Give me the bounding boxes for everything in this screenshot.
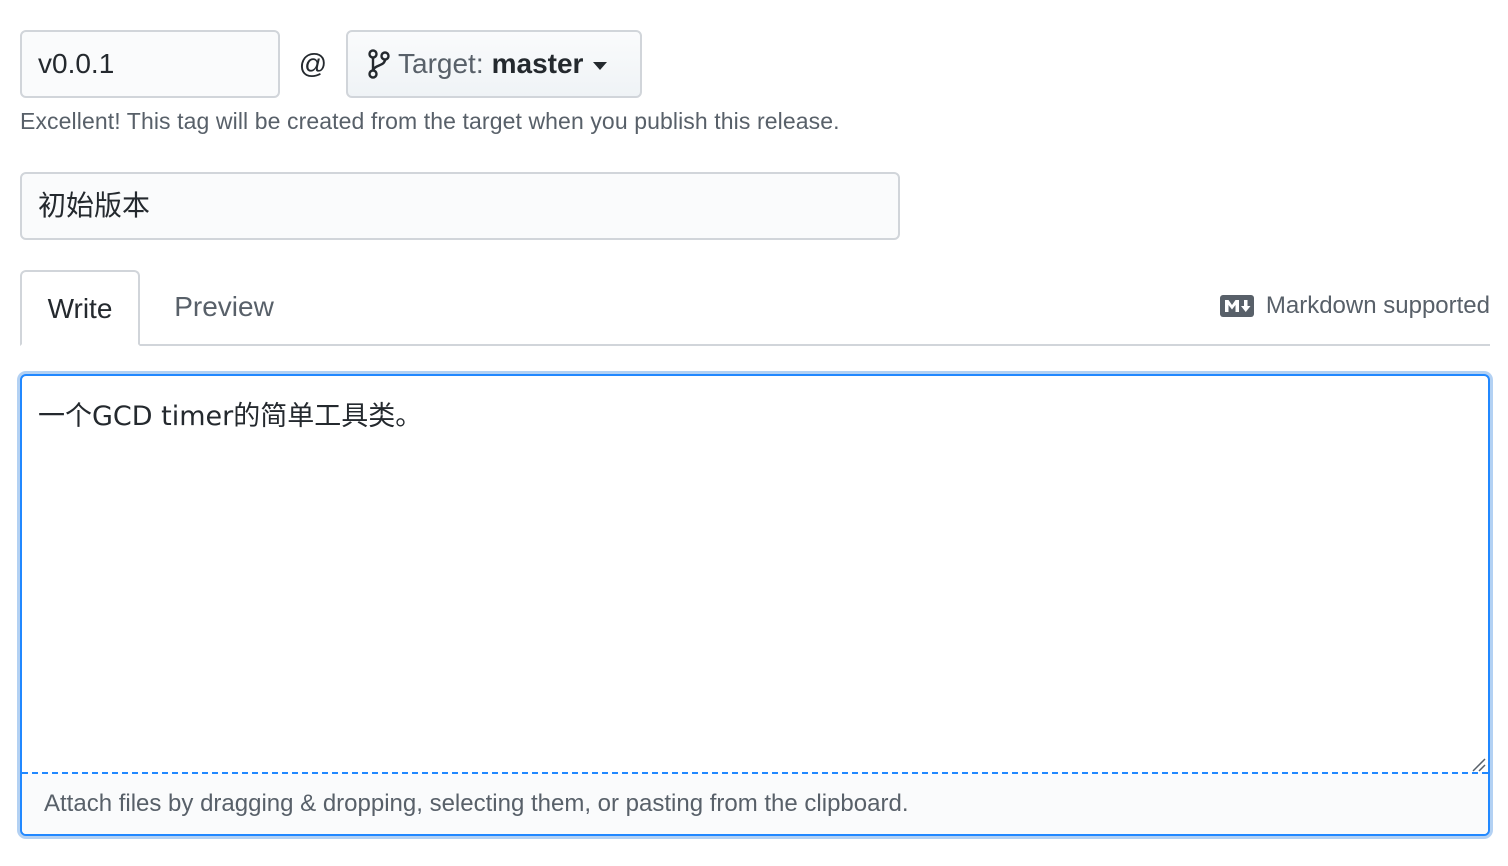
markdown-icon [1219,295,1254,317]
target-label: Target: [398,48,484,79]
editor-tabs: Write Preview Markdown supported [20,270,1490,346]
tab-write[interactable]: Write [20,270,140,346]
tag-hint-text: Excellent! This tag will be created from… [20,108,840,134]
resize-handle-icon[interactable] [1470,756,1486,772]
target-branch-button[interactable]: Target: master [346,30,642,98]
attach-files-area[interactable]: Attach files by dragging & dropping, sel… [22,772,1488,834]
release-form: v0.0.1 @ Target: master Excellent! This … [0,0,1508,866]
target-value: master [491,48,584,79]
release-title-input[interactable]: 初始版本 [20,172,900,240]
tab-preview[interactable]: Preview [154,270,294,344]
release-body-editor[interactable]: 一个GCD timer的简单工具类。 Attach files by dragg… [20,374,1490,836]
tag-name-input[interactable]: v0.0.1 [20,30,280,98]
git-branch-icon [368,48,390,80]
tag-row: v0.0.1 @ Target: master [20,30,642,98]
chevron-down-icon [593,62,608,70]
markdown-supported-label: Markdown supported [1265,292,1490,319]
release-body-text[interactable]: 一个GCD timer的简单工具类。 [38,394,422,433]
at-separator: @ [298,48,328,79]
markdown-supported-link[interactable]: Markdown supported [1219,292,1490,320]
